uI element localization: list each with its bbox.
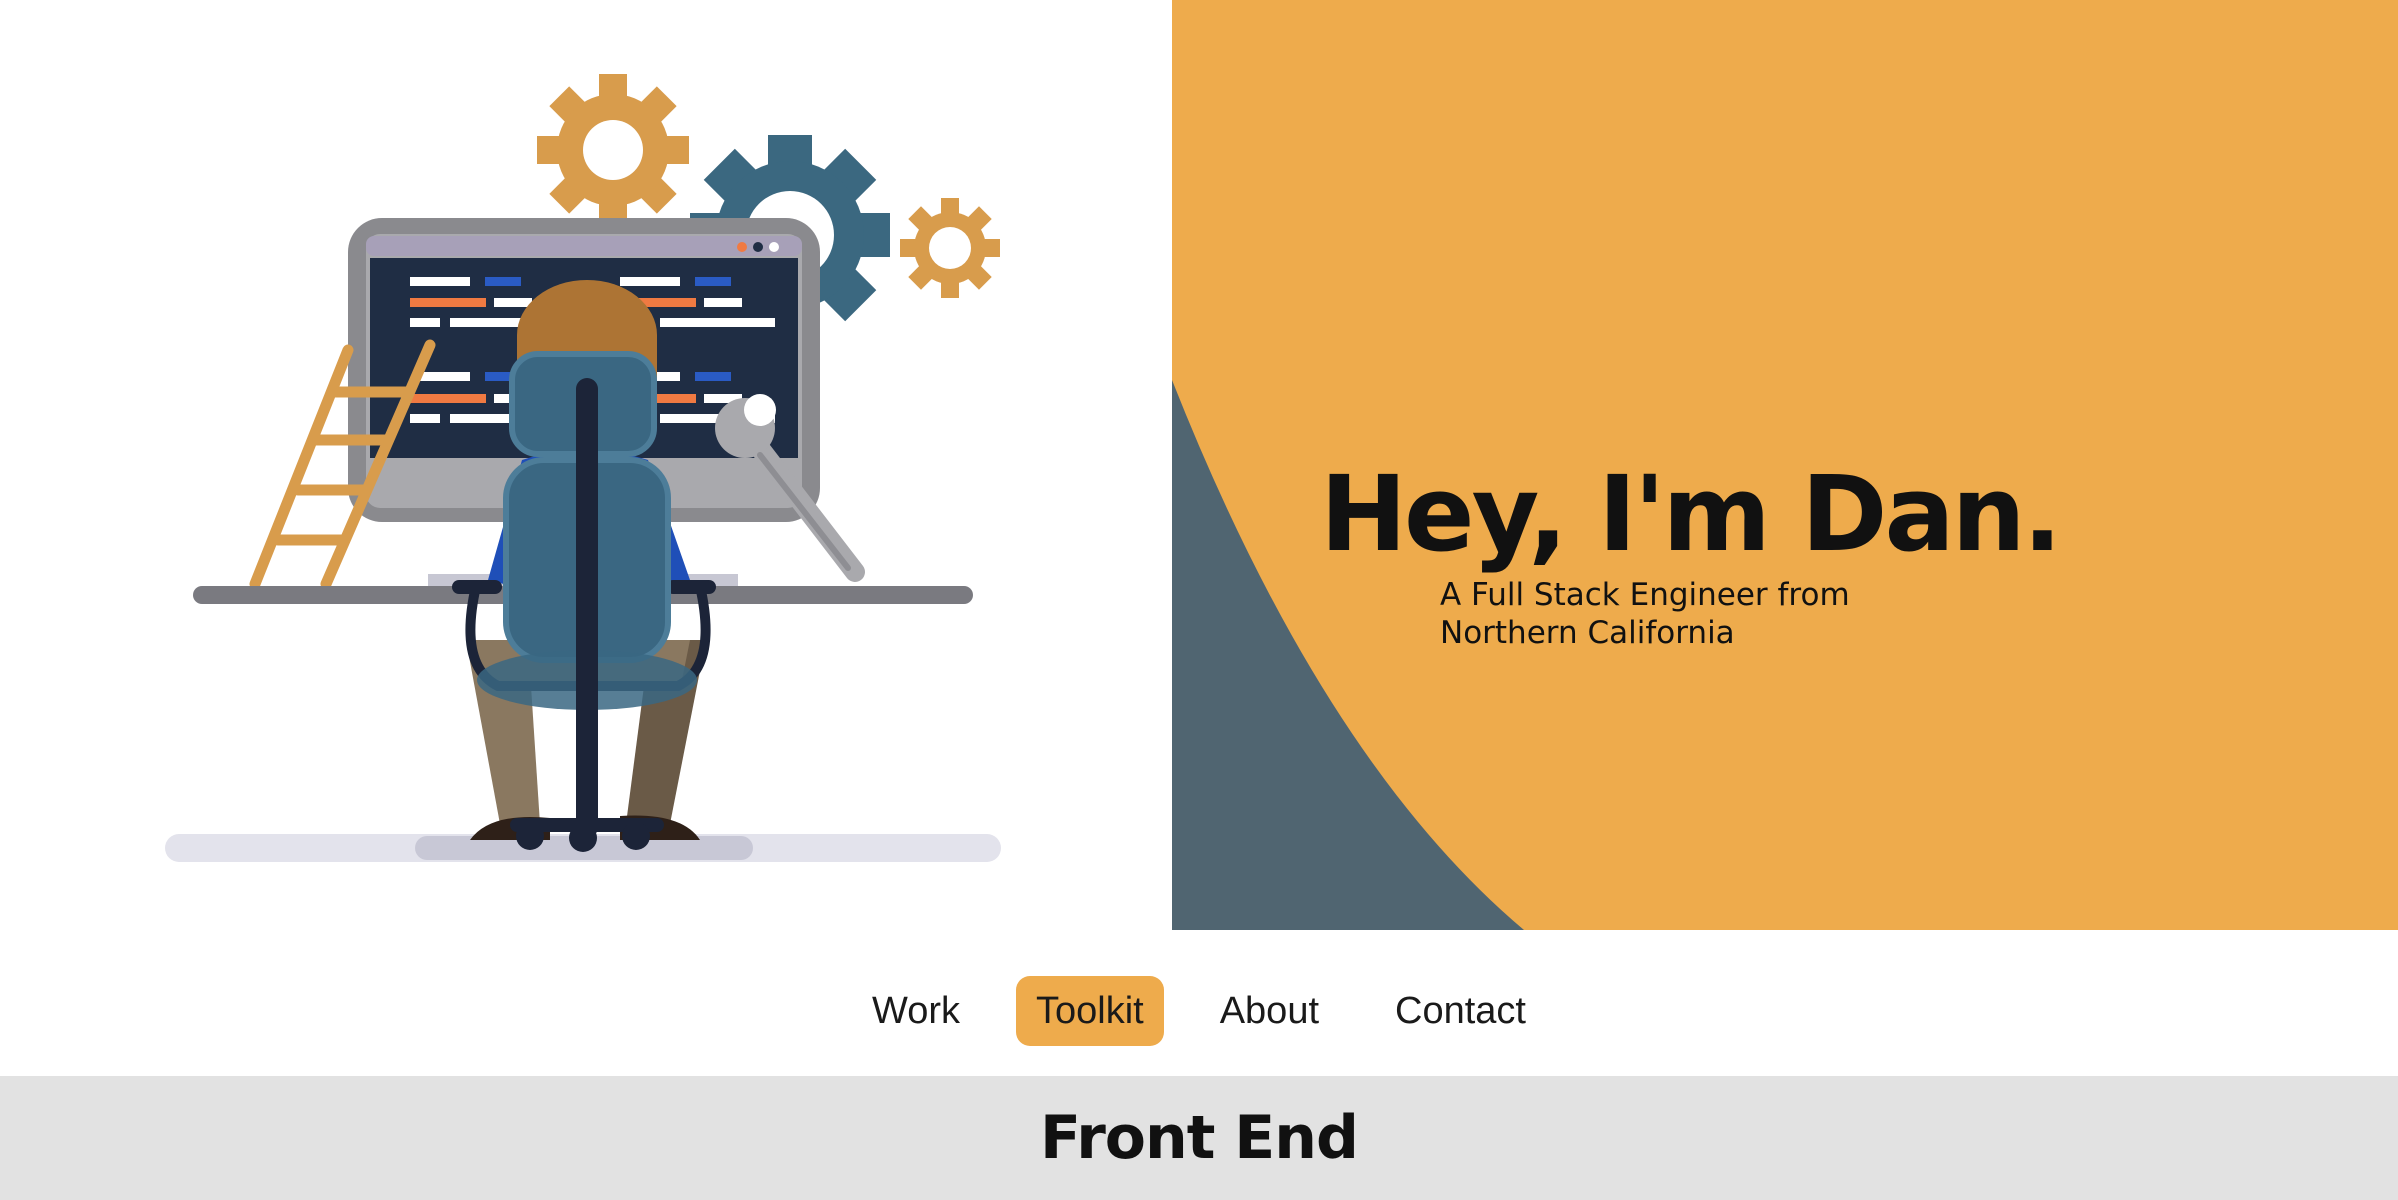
main-nav: Work Toolkit About Contact: [0, 976, 2398, 1046]
hero-greeting: Hey, I'm Dan.: [1320, 453, 2062, 575]
gear-icon: [900, 198, 1000, 298]
nav-item-about[interactable]: About: [1200, 976, 1339, 1046]
hero-tagline: A Full Stack Engineer from Northern Cali…: [1440, 577, 1850, 651]
gear-icon: [537, 74, 689, 226]
hero-section: Hey, I'm Dan. A Full Stack Engineer from…: [0, 0, 2398, 930]
section-header: Front End: [0, 1076, 2398, 1200]
developer-illustration: [0, 0, 1172, 930]
section-title: Front End: [1040, 1103, 1359, 1173]
nav-item-work[interactable]: Work: [852, 976, 980, 1046]
nav-item-contact[interactable]: Contact: [1375, 976, 1546, 1046]
developer-illustration-svg: [165, 74, 1001, 862]
nav-item-toolkit[interactable]: Toolkit: [1015, 976, 1164, 1046]
